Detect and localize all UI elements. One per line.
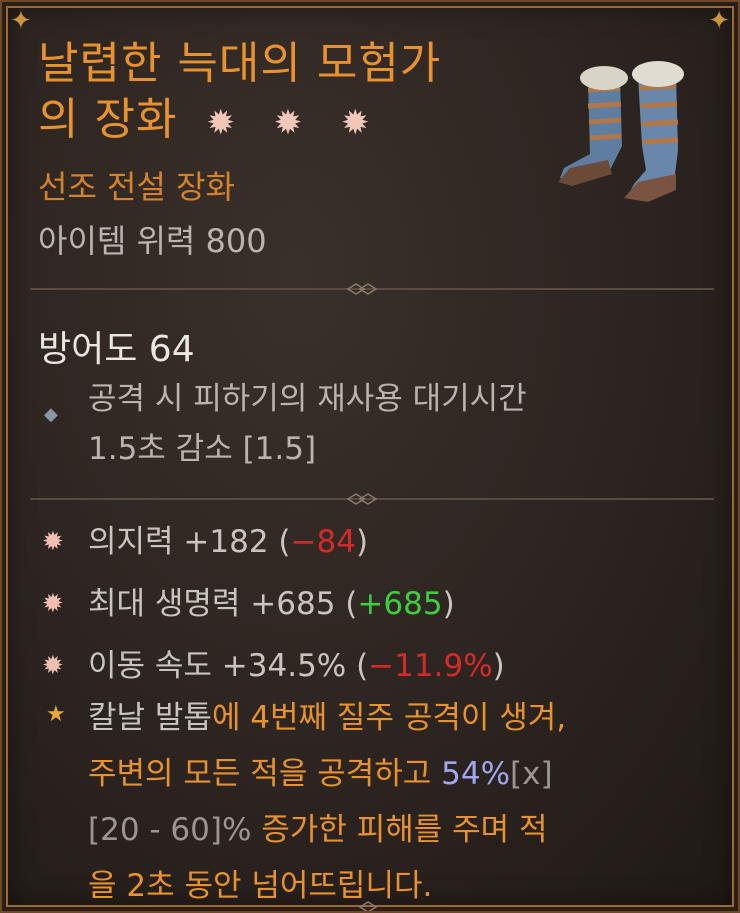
affix-close: )	[355, 524, 369, 560]
item-title-line1: 날렵한 늑대의 모험가	[38, 38, 442, 89]
burst-icon: ✹	[42, 527, 64, 557]
aspect-text-2: 주변의 모든 적을 공격하고	[88, 756, 442, 792]
legendary-aspect: ★ 칼날 발톱에 4번째 질주 공격이 생겨, 주변의 모든 적을 공격하고 5…	[38, 690, 718, 911]
affix-close: )	[492, 648, 505, 684]
aspect-text-3: 증가한 피해를 주며 적	[251, 812, 548, 848]
affix-delta: +685	[357, 586, 443, 622]
implicit-affix: ◆ 공격 시 피하기의 재사용 대기시간 1.5초 감소 [1.5]	[44, 374, 684, 474]
aspect-text-4: 을 2초 동안 넘어뜨립니다.	[88, 868, 433, 904]
aspect-text-1: 에 4번째 질주 공격이 생겨,	[211, 700, 567, 736]
section-divider	[30, 493, 714, 505]
aspect-range: [20 - 60]%	[88, 812, 252, 848]
item-tooltip: ✦ ✦ 날렵한 늑대의 모험가 의 장화 ✹ ✹ ✹ 선조 전설 장화 아이템 …	[0, 0, 740, 913]
star-icon: ★	[46, 702, 66, 727]
burst-icon: ✹	[42, 651, 64, 681]
affix-text: 이동 속도 +34.5% (	[88, 648, 369, 684]
affix-delta: −84	[290, 524, 356, 560]
aspect-name: 칼날 발톱	[88, 700, 212, 736]
aspect-value: 54%	[441, 756, 511, 792]
corner-ornament-icon: ✦	[10, 6, 32, 36]
rank-stars-icon: ✹ ✹ ✹	[206, 103, 384, 143]
affix-row: ✹ 최대 생명력 +685 (+685)	[38, 574, 718, 636]
item-title: 날렵한 늑대의 모험가 의 장화 ✹ ✹ ✹	[38, 36, 558, 151]
implicit-line1: 공격 시 피하기의 재사용 대기시간	[88, 381, 527, 417]
affix-list: ✹ 의지력 +182 (−84) ✹ 최대 생명력 +685 (+685) ✹ …	[38, 512, 718, 698]
section-divider	[358, 901, 378, 911]
item-title-line2: 의 장화	[38, 94, 178, 145]
corner-ornament-icon: ✦	[708, 6, 730, 36]
diamond-icon: ◆	[44, 404, 58, 425]
affix-close: )	[442, 586, 455, 622]
boots-icon	[558, 61, 684, 202]
armor-value: 방어도 64	[38, 329, 195, 370]
affix-text: 최대 생명력 +685 (	[88, 586, 358, 622]
aspect-value-suffix: [x]	[510, 756, 553, 792]
item-power: 아이템 위력 800	[38, 222, 267, 260]
implicit-line2: 1.5초 감소 [1.5]	[88, 431, 317, 467]
affix-row: ✹ 이동 속도 +34.5% (−11.9%)	[38, 636, 718, 698]
section-divider	[30, 283, 714, 295]
affix-row: ✹ 의지력 +182 (−84)	[38, 512, 718, 574]
item-rarity: 선조 전설 장화	[38, 168, 235, 206]
burst-icon: ✹	[42, 589, 64, 619]
affix-text: 의지력 +182 (	[88, 524, 291, 560]
affix-delta: −11.9%	[368, 648, 493, 684]
